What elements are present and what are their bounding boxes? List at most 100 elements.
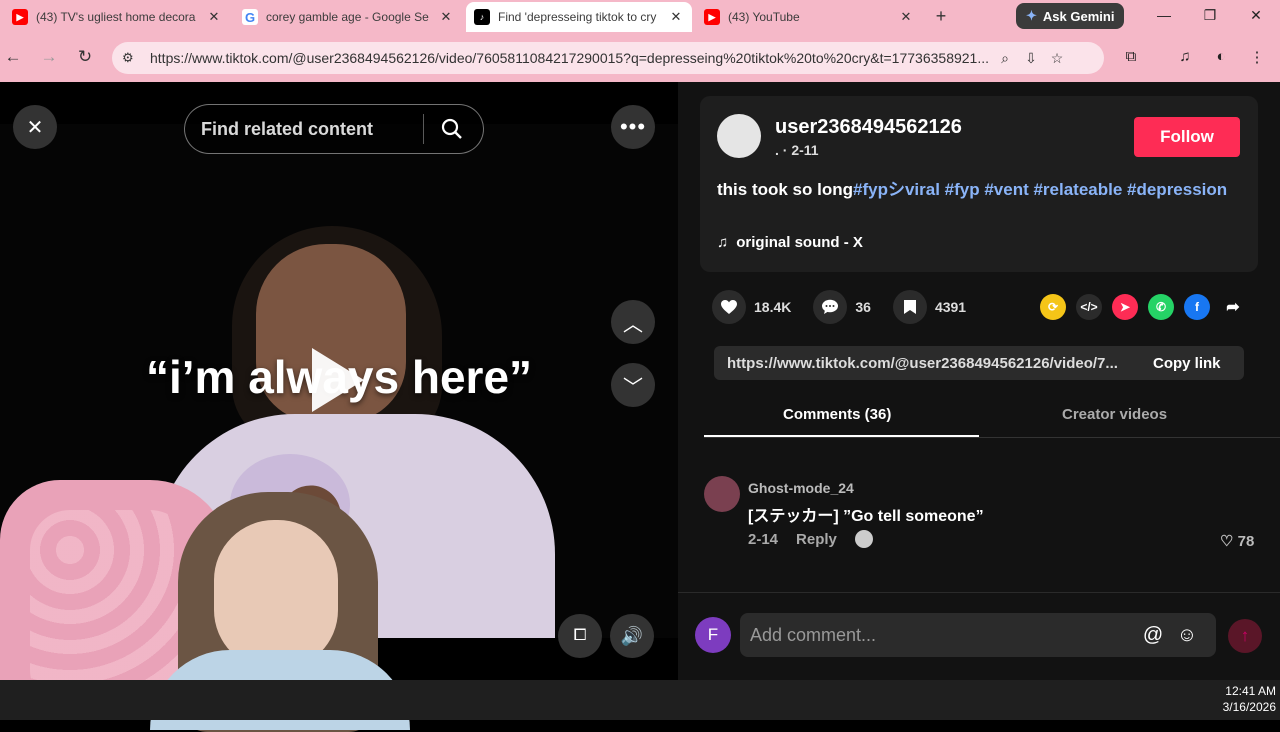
music-note-icon: ♫	[717, 234, 729, 251]
comment-composer: F @ ☺ ↑	[678, 592, 1280, 680]
speaker-icon: 🔊	[620, 625, 644, 646]
reply-button[interactable]: Reply	[796, 531, 837, 548]
creator-avatar[interactable]	[717, 114, 761, 158]
description-text: this took so long	[717, 180, 853, 199]
gemini-sparkle-icon: ✦	[1026, 8, 1037, 23]
extensions-icon[interactable]: ⧉	[1120, 48, 1142, 65]
url-text[interactable]: https://www.tiktok.com/@user236849456212…	[150, 50, 992, 66]
post-date: . · 2-11	[775, 142, 819, 158]
address-bar[interactable]: ⚙ https://www.tiktok.com/@user2368494562…	[112, 42, 1104, 74]
embed-icon[interactable]: </>	[1076, 294, 1102, 320]
close-video-button[interactable]: ✕	[13, 105, 57, 149]
commenter-username[interactable]: Ghost-mode_24	[748, 480, 854, 496]
youtube-icon: ▶	[12, 9, 28, 25]
share-link-url[interactable]: https://www.tiktok.com/@user236849456212…	[727, 355, 1135, 372]
arrow-up-icon: ↑	[1240, 626, 1250, 645]
tab-tiktok[interactable]: ♪ Find 'depresseing tiktok to cry ✕	[466, 2, 692, 32]
emoji-icon[interactable]: ☺	[1170, 624, 1204, 647]
heart-outline-icon: ♡	[1220, 533, 1234, 550]
restore-icon[interactable]: ❐	[1200, 7, 1220, 24]
share-arrow-icon[interactable]: ➦	[1220, 294, 1246, 320]
save-button[interactable]: 4391	[892, 290, 967, 324]
tab-title: Find 'depresseing tiktok to cry	[498, 10, 657, 24]
more-dots-icon: •••	[619, 114, 647, 139]
forward-arrow-icon[interactable]: →	[38, 47, 60, 67]
os-taskbar: 12:41 AM 3/16/2026	[0, 680, 1280, 720]
google-icon: G	[242, 9, 258, 25]
bookmark-star-icon[interactable]: ☆	[1044, 50, 1070, 67]
repost-icon[interactable]: ⟳	[1040, 294, 1066, 320]
bookmark-icon	[892, 290, 927, 324]
window-close-icon[interactable]: ✕	[1246, 7, 1266, 24]
volume-button[interactable]: 🔊	[610, 614, 654, 658]
creator-reaction-avatar	[854, 530, 873, 548]
copy-link-button[interactable]: Copy link	[1153, 355, 1221, 372]
tab-title: (43) YouTube	[728, 10, 800, 24]
related-search[interactable]	[184, 104, 484, 154]
minimize-icon[interactable]: —	[1154, 7, 1174, 23]
post-comment-button[interactable]: ↑	[1228, 619, 1262, 653]
commenter-avatar[interactable]	[704, 476, 740, 512]
facebook-icon[interactable]: f	[1184, 294, 1210, 320]
sound-title: original sound - X	[736, 234, 863, 251]
reload-icon[interactable]: ↻	[74, 47, 96, 67]
webcam-person-face	[214, 520, 338, 670]
youtube-icon: ▶	[704, 9, 720, 25]
tab-close-icon[interactable]: ✕	[668, 9, 684, 25]
tab-creator-videos[interactable]: Creator videos	[1062, 406, 1167, 423]
mention-icon[interactable]: @	[1136, 624, 1170, 647]
tab-close-icon[interactable]: ✕	[898, 9, 914, 25]
site-info-icon[interactable]: ⚙	[122, 50, 144, 66]
like-button[interactable]: 18.4K	[712, 290, 791, 324]
back-arrow-icon[interactable]: ←	[2, 47, 24, 67]
comment-like[interactable]: ♡ 78	[1220, 532, 1254, 550]
previous-video-button[interactable]: ︿	[611, 300, 655, 344]
gemini-label: Ask Gemini	[1042, 8, 1115, 24]
tab-youtube[interactable]: ▶ (43) YouTube ✕	[696, 2, 922, 32]
play-icon[interactable]	[312, 348, 364, 412]
new-tab-button[interactable]: +	[930, 6, 952, 27]
ask-gemini-button[interactable]: ✦ Ask Gemini	[1016, 3, 1124, 29]
tab-close-icon[interactable]: ✕	[438, 9, 454, 25]
more-options-button[interactable]: •••	[611, 105, 655, 149]
close-icon: ✕	[26, 116, 44, 139]
comment-button[interactable]: 36	[813, 290, 871, 324]
profile-avatar[interactable]: ◐	[1210, 48, 1232, 65]
comment-input[interactable]	[750, 624, 1136, 646]
tab-comments[interactable]: Comments (36)	[783, 406, 891, 423]
tab-google-search[interactable]: G corey gamble age - Google Se ✕	[234, 2, 462, 32]
related-search-input[interactable]	[201, 118, 423, 140]
follow-button[interactable]: Follow	[1134, 117, 1240, 157]
save-count: 4391	[934, 299, 967, 315]
share-options: ⟳ </> ➤ ✆ f ➦	[1040, 294, 1246, 320]
media-control-icon[interactable]: ♫	[1174, 48, 1196, 65]
video-description: this took so long#fypシviral #fyp #vent #…	[717, 178, 1237, 202]
floating-player-button[interactable]: ⧠	[558, 614, 602, 658]
tab-youtube-decor[interactable]: ▶ (43) TV's ugliest home decora ✕	[4, 2, 230, 32]
comment-bubble-icon	[813, 290, 848, 324]
tab-title: (43) TV's ugliest home decora	[36, 10, 196, 24]
whatsapp-icon[interactable]: ✆	[1148, 294, 1174, 320]
system-clock[interactable]: 12:41 AM 3/16/2026	[1212, 683, 1276, 715]
tab-close-icon[interactable]: ✕	[206, 9, 222, 25]
creator-username[interactable]: user2368494562126	[775, 116, 962, 139]
chevron-down-icon: ﹀	[623, 376, 643, 399]
tiktok-icon: ♪	[474, 9, 490, 25]
next-video-button[interactable]: ﹀	[611, 363, 655, 407]
comment-like-count: 78	[1237, 533, 1255, 550]
video-details-panel: user2368494562126 . · 2-11 Follow this t…	[678, 82, 1280, 680]
description-hashtags[interactable]: #fypシviral #fyp #vent #relateable #depre…	[853, 180, 1227, 199]
send-icon[interactable]: ➤	[1112, 294, 1138, 320]
search-icon[interactable]	[424, 118, 480, 140]
heart-icon	[712, 290, 746, 324]
engagement-actions: 18.4K 36 4391	[712, 290, 988, 324]
sound-link[interactable]: ♫ original sound - X	[717, 234, 863, 251]
install-app-icon[interactable]: ⇩	[1018, 50, 1044, 67]
tab-title: corey gamble age - Google Se	[266, 10, 429, 24]
comment-input-box[interactable]: @ ☺	[740, 613, 1216, 657]
browser-tab-bar: ▶ (43) TV's ugliest home decora ✕ G core…	[0, 0, 1280, 34]
zoom-icon[interactable]: ⌕	[992, 50, 1018, 67]
menu-kebab-icon[interactable]: ⋮	[1246, 48, 1268, 66]
like-count: 18.4K	[754, 299, 792, 315]
video-info-card: user2368494562126 . · 2-11 Follow this t…	[700, 96, 1258, 272]
